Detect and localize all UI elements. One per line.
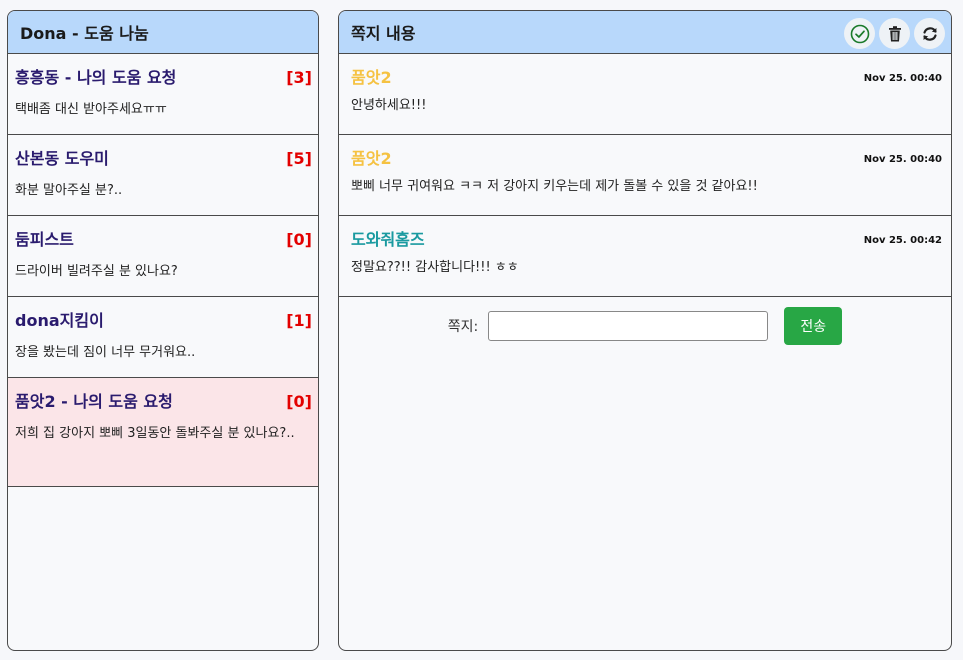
message-item: 품앗2 Nov 25. 00:40 안녕하세요!!! <box>339 54 951 135</box>
room-preview: 화분 말아주실 분?.. <box>15 183 123 198</box>
message-body: 안녕하세요!!! <box>351 98 427 113</box>
room-count: [0] <box>286 230 312 249</box>
room-item[interactable]: 산본동 도우미 [5] 화분 말아주실 분?.. <box>8 135 318 216</box>
message-sender: 품앗2 <box>351 149 392 168</box>
message-body: 정말요??!! 감사합니다!!! ㅎㅎ <box>351 260 519 275</box>
message-input[interactable] <box>488 311 769 341</box>
room-item[interactable]: 흥흥동 - 나의 도움 요청 [3] 택배좀 대신 받아주세요ㅠㅠ <box>8 54 318 135</box>
room-count: [5] <box>286 149 312 168</box>
room-preview: 택배좀 대신 받아주세요ㅠㅠ <box>15 102 167 117</box>
room-title: 품앗2 - 나의 도움 요청 <box>15 392 173 411</box>
room-title: 산본동 도우미 <box>15 149 109 168</box>
room-title: 둠피스트 <box>15 230 74 249</box>
room-title: 흥흥동 - 나의 도움 요청 <box>15 68 177 87</box>
refresh-icon[interactable] <box>914 18 945 49</box>
room-list: 흥흥동 - 나의 도움 요청 [3] 택배좀 대신 받아주세요ㅠㅠ 산본동 도우… <box>8 54 318 487</box>
room-preview: 장을 봤는데 짐이 너무 무거워요.. <box>15 345 196 360</box>
room-count: [0] <box>286 392 312 411</box>
message-header-title: 쪽지 내용 <box>351 24 416 43</box>
message-panel: 쪽지 내용 품앗2 Nov 25. 00:40 안녕하세요!!! 품앗2 Nov… <box>338 10 952 651</box>
trash-icon[interactable] <box>879 18 910 49</box>
header-actions <box>844 18 945 49</box>
room-item-active[interactable]: 품앗2 - 나의 도움 요청 [0] 저희 집 강아지 뽀삐 3일동안 돌봐주실… <box>8 378 318 487</box>
room-list-panel: Dona - 도움 나눔 흥흥동 - 나의 도움 요청 [3] 택배좀 대신 받… <box>7 10 319 651</box>
message-item: 도와줘홈즈 Nov 25. 00:42 정말요??!! 감사합니다!!! ㅎㅎ <box>339 216 951 297</box>
compose-area: 쪽지: 전송 <box>339 297 951 345</box>
message-header: 쪽지 내용 <box>339 11 951 54</box>
room-list-header: Dona - 도움 나눔 <box>8 11 318 54</box>
room-preview: 드라이버 빌려주실 분 있나요? <box>15 264 178 279</box>
message-item: 품앗2 Nov 25. 00:40 뽀삐 너무 귀여워요 ㅋㅋ 저 강아지 키우… <box>339 135 951 216</box>
room-title: dona지킴이 <box>15 311 104 330</box>
compose-label: 쪽지: <box>447 319 479 335</box>
message-time: Nov 25. 00:40 <box>863 154 942 165</box>
room-item[interactable]: 둠피스트 [0] 드라이버 빌려주실 분 있나요? <box>8 216 318 297</box>
room-item[interactable]: dona지킴이 [1] 장을 봤는데 짐이 너무 무거워요.. <box>8 297 318 378</box>
room-count: [1] <box>286 311 312 330</box>
check-circle-icon[interactable] <box>844 18 875 49</box>
message-time: Nov 25. 00:42 <box>863 235 942 246</box>
message-body: 뽀삐 너무 귀여워요 ㅋㅋ 저 강아지 키우는데 제가 돌볼 수 있을 것 같아… <box>351 179 758 194</box>
send-button[interactable]: 전송 <box>784 307 843 345</box>
room-count: [3] <box>286 68 312 87</box>
message-sender: 도와줘홈즈 <box>351 230 425 249</box>
message-time: Nov 25. 00:40 <box>863 73 942 84</box>
message-sender: 품앗2 <box>351 68 392 87</box>
room-preview: 저희 집 강아지 뽀삐 3일동안 돌봐주실 분 있나요?.. <box>15 426 295 441</box>
